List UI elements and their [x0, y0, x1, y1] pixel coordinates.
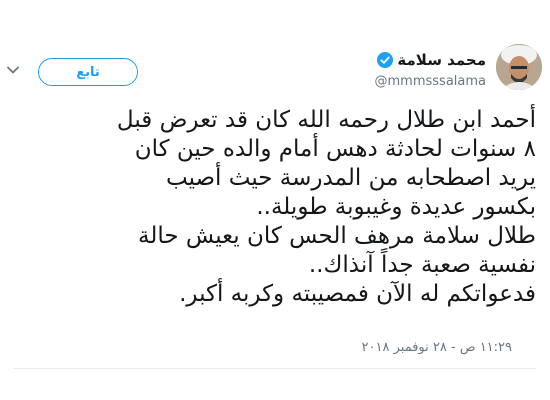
- author-handle[interactable]: @mmmsssalama: [375, 74, 486, 89]
- tweet-text-line: نفسية صعبة جداً آنذاك..: [308, 252, 536, 278]
- tweet-text: أحمد ابن طلال رحمه الله كان قد تعرض قبل …: [16, 106, 536, 309]
- tweet-text-line: طلال سلامة مرهف الحس كان يعيش حالة: [138, 223, 536, 249]
- chevron-down-icon[interactable]: [6, 63, 20, 77]
- divider: [14, 368, 536, 369]
- avatar-image: [496, 44, 542, 90]
- author-display-name[interactable]: محمد سلامة: [397, 51, 486, 69]
- verified-badge-icon: [377, 52, 394, 68]
- tweet-text-line: ٨ سنوات لحادثة دهس أمام والده حين كان: [134, 136, 536, 162]
- author-block: محمد سلامة @mmmsssalama: [375, 50, 486, 89]
- tweet-timestamp[interactable]: ١١:٢٩ ص - ٢٨ نوفمبر ٢٠١٨: [362, 340, 512, 355]
- tweet-text-line: أحمد ابن طلال رحمه الله كان قد تعرض قبل: [116, 107, 536, 133]
- tweet-card: محمد سلامة @mmmsssalama تابع أحمد ابن طل…: [0, 0, 550, 400]
- avatar[interactable]: [496, 44, 542, 90]
- tweet-text-line: فدعواتكم له الآن فمصيبته وكربه أكبر.: [179, 281, 536, 307]
- follow-button[interactable]: تابع: [38, 58, 138, 86]
- author-name-row: محمد سلامة: [375, 50, 486, 70]
- tweet-text-line: يريد اصطحابه من المدرسة حيث أصيب: [166, 165, 536, 191]
- tweet-text-line: بكسور عديدة وغيبوبة طويلة..: [256, 194, 536, 220]
